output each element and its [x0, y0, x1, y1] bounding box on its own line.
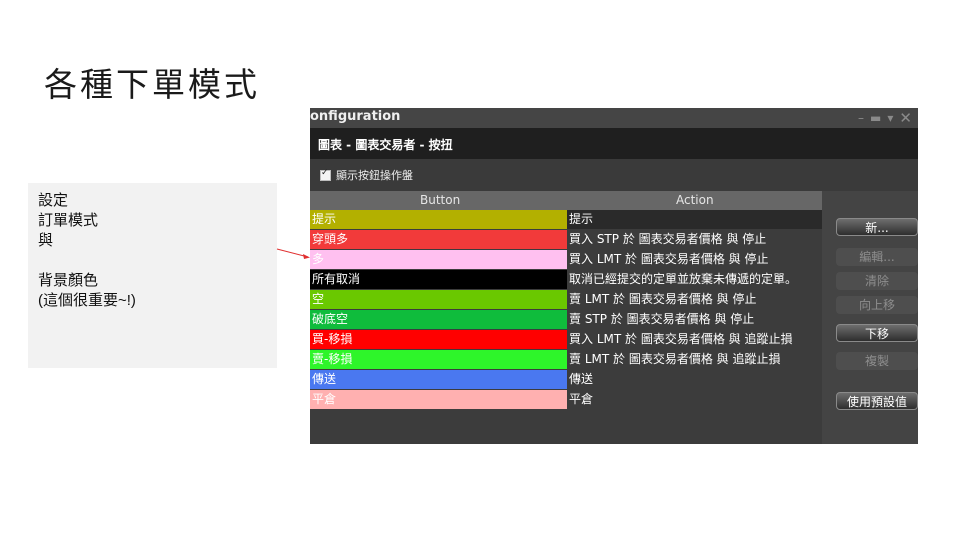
- window-title: onfiguration: [310, 109, 401, 124]
- checkbox-label: 顯示按鈕操作盤: [336, 169, 413, 182]
- note-line: 設定: [38, 192, 69, 209]
- move-up-button[interactable]: 向上移: [836, 296, 918, 314]
- action-cell[interactable]: 賣 LMT 於 圖表交易者價格 與 追蹤止損: [567, 350, 822, 369]
- show-panel-checkbox-row[interactable]: 顯示按鈕操作盤: [320, 167, 413, 183]
- table-row[interactable]: 穿頭多 買入 STP 於 圖表交易者價格 與 停止: [310, 230, 822, 250]
- side-button-panel: 新... 編輯... 清除向上移下移複製使用預設值: [822, 191, 918, 444]
- configuration-window: onfiguration – ▬ ▾ ✕ 圖表 - 圖表交易者 - 按扭 顯示按…: [310, 108, 918, 444]
- button-cell[interactable]: 賣-移損: [310, 350, 567, 369]
- table-row[interactable]: 多買入 LMT 於 圖表交易者價格 與 停止: [310, 250, 822, 270]
- breadcrumb-header: 圖表 - 圖表交易者 - 按扭: [310, 128, 918, 159]
- button-cell[interactable]: 買-移損: [310, 330, 567, 349]
- note-line: (這個很重要~!): [38, 292, 136, 309]
- action-cell[interactable]: 買入 LMT 於 圖表交易者價格 與 停止: [567, 250, 822, 269]
- show-panel-checkbox[interactable]: [320, 168, 331, 181]
- button-cell[interactable]: 破底空: [310, 310, 567, 329]
- button-cell[interactable]: 穿頭多: [310, 230, 567, 249]
- table-row[interactable]: 賣-移損賣 LMT 於 圖表交易者價格 與 追蹤止損: [310, 350, 822, 370]
- action-cell[interactable]: 提示: [567, 210, 822, 229]
- window-controls: – ▬ ▾ ✕: [858, 110, 912, 126]
- column-header-action[interactable]: Action: [676, 193, 714, 207]
- chevron-down-icon[interactable]: ▾: [887, 111, 893, 125]
- note-box: 設定 訂單模式 與 背景顏色 (這個很重要~!): [28, 183, 277, 368]
- pin-icon[interactable]: ▬: [870, 111, 881, 125]
- action-cell[interactable]: 取消已經提交的定單並放棄未傳遞的定單。: [567, 270, 822, 289]
- table-row[interactable]: 空賣 LMT 於 圖表交易者價格 與 停止: [310, 290, 822, 310]
- action-cell[interactable]: 賣 LMT 於 圖表交易者價格 與 停止: [567, 290, 822, 309]
- breadcrumb: 圖表 - 圖表交易者 - 按扭: [318, 138, 453, 152]
- red-arrow: [276, 248, 310, 259]
- clear-button[interactable]: 清除: [836, 272, 918, 290]
- titlebar: onfiguration – ▬ ▾ ✕: [310, 108, 918, 128]
- button-cell[interactable]: 提示: [310, 210, 567, 229]
- button-cell[interactable]: 多: [310, 250, 567, 269]
- table-header: Button Action: [310, 191, 822, 210]
- action-cell[interactable]: 買入 STP 於 圖表交易者價格 與 停止: [567, 230, 822, 249]
- slide-title: 各種下單模式: [44, 65, 260, 104]
- use-defaults-button[interactable]: 使用預設值: [836, 392, 918, 410]
- table-row[interactable]: 所有取消 取消已經提交的定單並放棄未傳遞的定單。: [310, 270, 822, 290]
- copy-button[interactable]: 複製: [836, 352, 918, 370]
- column-header-button[interactable]: Button: [420, 193, 460, 207]
- table-row[interactable]: 平倉 平倉: [310, 390, 822, 410]
- button-cell[interactable]: 所有取消: [310, 270, 567, 289]
- minimize-icon[interactable]: –: [858, 111, 864, 125]
- button-action-table: Button Action 提示 提示 穿頭多 買入 STP 於 圖表交易者價格 與 …: [310, 191, 822, 444]
- action-cell[interactable]: 買入 LMT 於 圖表交易者價格 與 追蹤止損: [567, 330, 822, 349]
- button-cell[interactable]: 空: [310, 290, 567, 309]
- edit-button[interactable]: 編輯...: [836, 248, 918, 266]
- note-line: 與: [38, 232, 54, 249]
- table-row[interactable]: 提示 提示: [310, 210, 822, 230]
- close-icon[interactable]: ✕: [899, 111, 912, 126]
- action-cell[interactable]: 賣 STP 於 圖表交易者價格 與 停止: [567, 310, 822, 329]
- note-line: 訂單模式: [38, 212, 99, 229]
- note-line: 背景顏色: [38, 272, 99, 289]
- button-cell[interactable]: 傳送: [310, 370, 567, 389]
- action-cell[interactable]: 傳送: [567, 370, 822, 389]
- button-cell[interactable]: 平倉: [310, 390, 567, 409]
- table-row[interactable]: 買-移損 買入 LMT 於 圖表交易者價格 與 追蹤止損: [310, 330, 822, 350]
- move-down-button[interactable]: 下移: [836, 324, 918, 342]
- new-button[interactable]: 新...: [836, 218, 918, 236]
- table-row[interactable]: 破底空賣 STP 於 圖表交易者價格 與 停止: [310, 310, 822, 330]
- action-cell[interactable]: 平倉: [567, 390, 822, 409]
- table-row[interactable]: 傳送 傳送: [310, 370, 822, 390]
